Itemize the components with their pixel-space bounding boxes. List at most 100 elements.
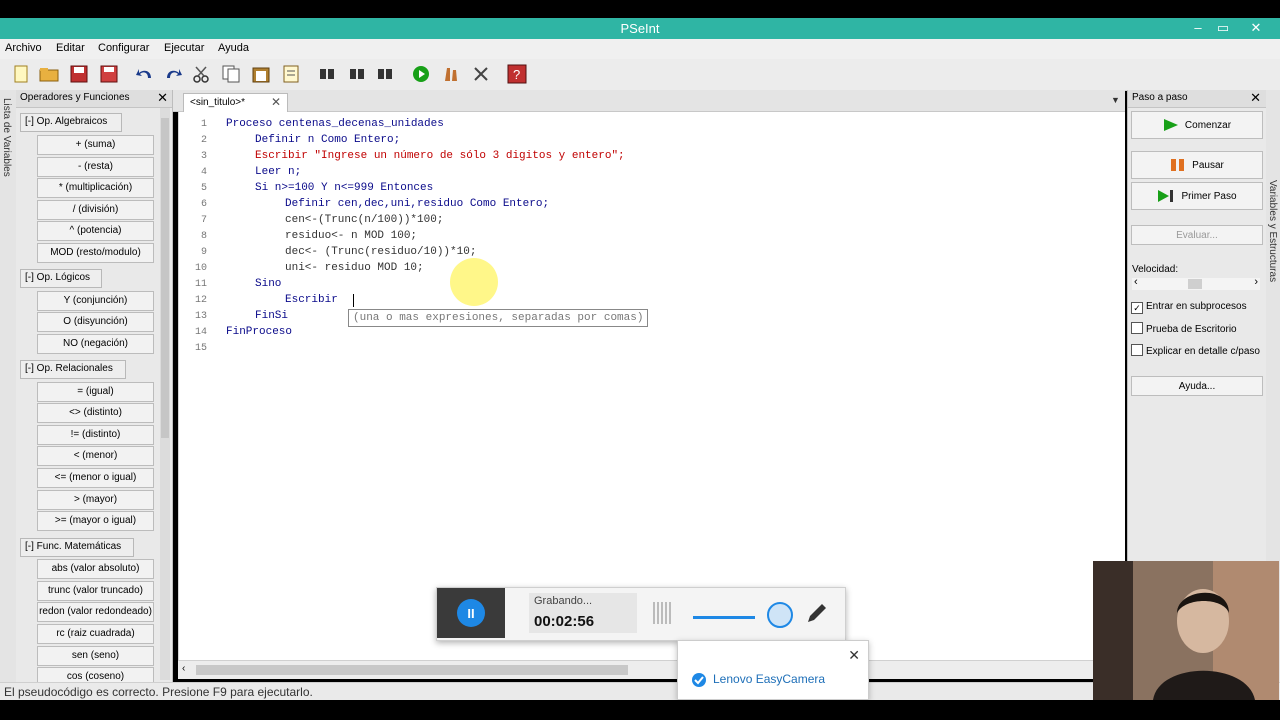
op-o[interactable]: O (disyunción): [37, 312, 154, 332]
op-mayor-igual[interactable]: >= (mayor o igual): [37, 511, 154, 531]
op-distinto-2[interactable]: != (distinto): [37, 425, 154, 445]
close-window-button[interactable]: ✕: [1244, 20, 1268, 36]
operators-scrollbar[interactable]: [160, 108, 170, 680]
menu-archivo[interactable]: Archivo: [5, 42, 42, 54]
window-title: PSeInt: [620, 21, 660, 36]
run-icon[interactable]: [410, 63, 432, 85]
toolbar: ?: [0, 59, 1280, 91]
prueba-escritorio-checkbox[interactable]: Prueba de Escritorio: [1131, 322, 1237, 335]
save-icon[interactable]: [68, 63, 90, 85]
line-number: 11: [194, 279, 207, 290]
toast-close-button[interactable]: ✕: [848, 647, 860, 664]
webcam-toast: ✕ Lenovo EasyCamera: [677, 640, 869, 700]
op-division[interactable]: / (división): [37, 200, 154, 220]
autocomplete-hint: (una o mas expresiones, separadas por co…: [348, 309, 649, 327]
flowchart-icon[interactable]: [470, 63, 492, 85]
fn-trunc[interactable]: trunc (valor truncado): [37, 581, 154, 601]
copy-icon[interactable]: [220, 63, 242, 85]
op-mod[interactable]: MOD (resto/modulo): [37, 243, 154, 263]
tab-label: <sin_titulo>*: [190, 97, 246, 108]
open-folder-icon[interactable]: [38, 63, 60, 85]
menu-configurar[interactable]: Configurar: [98, 42, 149, 54]
op-y[interactable]: Y (conjunción): [37, 291, 154, 311]
menu-ayuda[interactable]: Ayuda: [218, 42, 249, 54]
recorder-status: Grabando...: [534, 595, 593, 607]
line-number: 1: [200, 119, 207, 130]
check-circle-icon: [692, 673, 706, 687]
slider-left-icon[interactable]: ‹: [1134, 276, 1138, 288]
search-icon[interactable]: [316, 63, 338, 85]
code-line: Escribir "Ingrese un número de sólo 3 di…: [255, 150, 625, 162]
paste-icon[interactable]: [250, 63, 272, 85]
help-icon[interactable]: ?: [506, 63, 528, 85]
op-multiplicacion[interactable]: * (multiplicación): [37, 178, 154, 198]
step-run-icon[interactable]: [440, 63, 462, 85]
fn-redon[interactable]: redon (valor redondeado): [37, 602, 154, 622]
minimize-button[interactable]: –: [1186, 20, 1210, 35]
menu-editar[interactable]: Editar: [56, 42, 85, 54]
code-line: Si n>=100 Y n<=999 Entonces: [255, 182, 434, 194]
op-distinto[interactable]: <> (distinto): [37, 403, 154, 423]
fn-cos[interactable]: cos (coseno): [37, 667, 154, 682]
tab-list-dropdown-icon[interactable]: ▼: [1111, 95, 1120, 105]
comenzar-button[interactable]: Comenzar: [1131, 111, 1263, 139]
redo-icon[interactable]: [162, 63, 184, 85]
pause-icon: [1171, 159, 1185, 171]
scroll-thumb[interactable]: [196, 665, 628, 675]
primer-paso-button[interactable]: Primer Paso: [1131, 182, 1263, 210]
fn-sen[interactable]: sen (seno): [37, 646, 154, 666]
op-resta[interactable]: - (resta): [37, 157, 154, 177]
speed-slider[interactable]: ‹ ›: [1132, 276, 1260, 290]
op-igual[interactable]: = (igual): [37, 382, 154, 402]
find-next-icon[interactable]: [346, 63, 368, 85]
op-suma[interactable]: + (suma): [37, 135, 154, 155]
code-line: Proceso centenas_decenas_unidades: [226, 118, 444, 130]
line-number: 14: [194, 327, 207, 338]
op-menor-igual[interactable]: <= (menor o igual): [37, 468, 154, 488]
evaluar-button[interactable]: Evaluar...: [1131, 225, 1263, 245]
group-logicos[interactable]: [-] Op. Lógicos: [20, 269, 102, 288]
operators-panel-close-button[interactable]: ✕: [157, 90, 168, 106]
slider-thumb[interactable]: [1188, 279, 1202, 289]
line-number: 15: [194, 343, 207, 354]
recorder-pause-button[interactable]: II: [437, 588, 505, 638]
new-file-icon[interactable]: [10, 63, 32, 85]
checkbox-box: [1131, 322, 1143, 334]
save-as-icon[interactable]: [98, 63, 120, 85]
tab-sin-titulo[interactable]: <sin_titulo>* ✕: [183, 93, 288, 112]
explicar-detalle-checkbox[interactable]: Explicar en detalle c/paso: [1131, 344, 1260, 357]
slider-right-icon[interactable]: ›: [1254, 276, 1258, 288]
cut-icon[interactable]: [190, 63, 212, 85]
code-line: FinSi: [255, 310, 289, 322]
menu-ejecutar[interactable]: Ejecutar: [164, 42, 204, 54]
fn-rc[interactable]: rc (raiz cuadrada): [37, 624, 154, 644]
editor-horizontal-scrollbar[interactable]: ‹: [178, 660, 1124, 679]
maximize-button[interactable]: ▭: [1211, 20, 1235, 36]
code-editor[interactable]: 1 2 3 4 5 6 7 8 9 10 11 12 13 14 15 Proc…: [178, 112, 1125, 660]
replace-icon[interactable]: [374, 63, 396, 85]
group-relacionales[interactable]: [-] Op. Relacionales: [20, 360, 126, 379]
op-no[interactable]: NO (negación): [37, 334, 154, 354]
indent-icon[interactable]: [280, 63, 302, 85]
webcam-icon[interactable]: [767, 602, 793, 628]
editor-tab-bar: <sin_titulo>* ✕ ▼: [173, 90, 1125, 112]
undo-icon[interactable]: [134, 63, 156, 85]
group-algebraicos[interactable]: [-] Op. Algebraicos: [20, 113, 122, 132]
variables-tab[interactable]: Lista de Variables: [0, 90, 17, 682]
entrar-subprocesos-checkbox[interactable]: ✓ Entrar en subprocesos: [1131, 301, 1247, 314]
pen-icon[interactable]: [805, 601, 829, 625]
op-mayor[interactable]: > (mayor): [37, 490, 154, 510]
group-matematicas[interactable]: [-] Func. Matemáticas: [20, 538, 134, 557]
scroll-left-icon[interactable]: ‹: [182, 663, 185, 674]
op-menor[interactable]: < (menor): [37, 446, 154, 466]
op-potencia[interactable]: ^ (potencia): [37, 221, 154, 241]
volume-slider[interactable]: [693, 616, 755, 619]
tab-close-button[interactable]: ✕: [271, 95, 281, 109]
step-panel-title: Paso a paso: [1132, 92, 1188, 103]
pausar-button[interactable]: Pausar: [1131, 151, 1263, 179]
fn-abs[interactable]: abs (valor absoluto): [37, 559, 154, 579]
ayuda-button[interactable]: Ayuda...: [1131, 376, 1263, 396]
step-panel-close-button[interactable]: ✕: [1250, 90, 1261, 106]
step-panel-header: Paso a paso ✕: [1128, 90, 1267, 108]
scroll-thumb[interactable]: [161, 118, 169, 438]
